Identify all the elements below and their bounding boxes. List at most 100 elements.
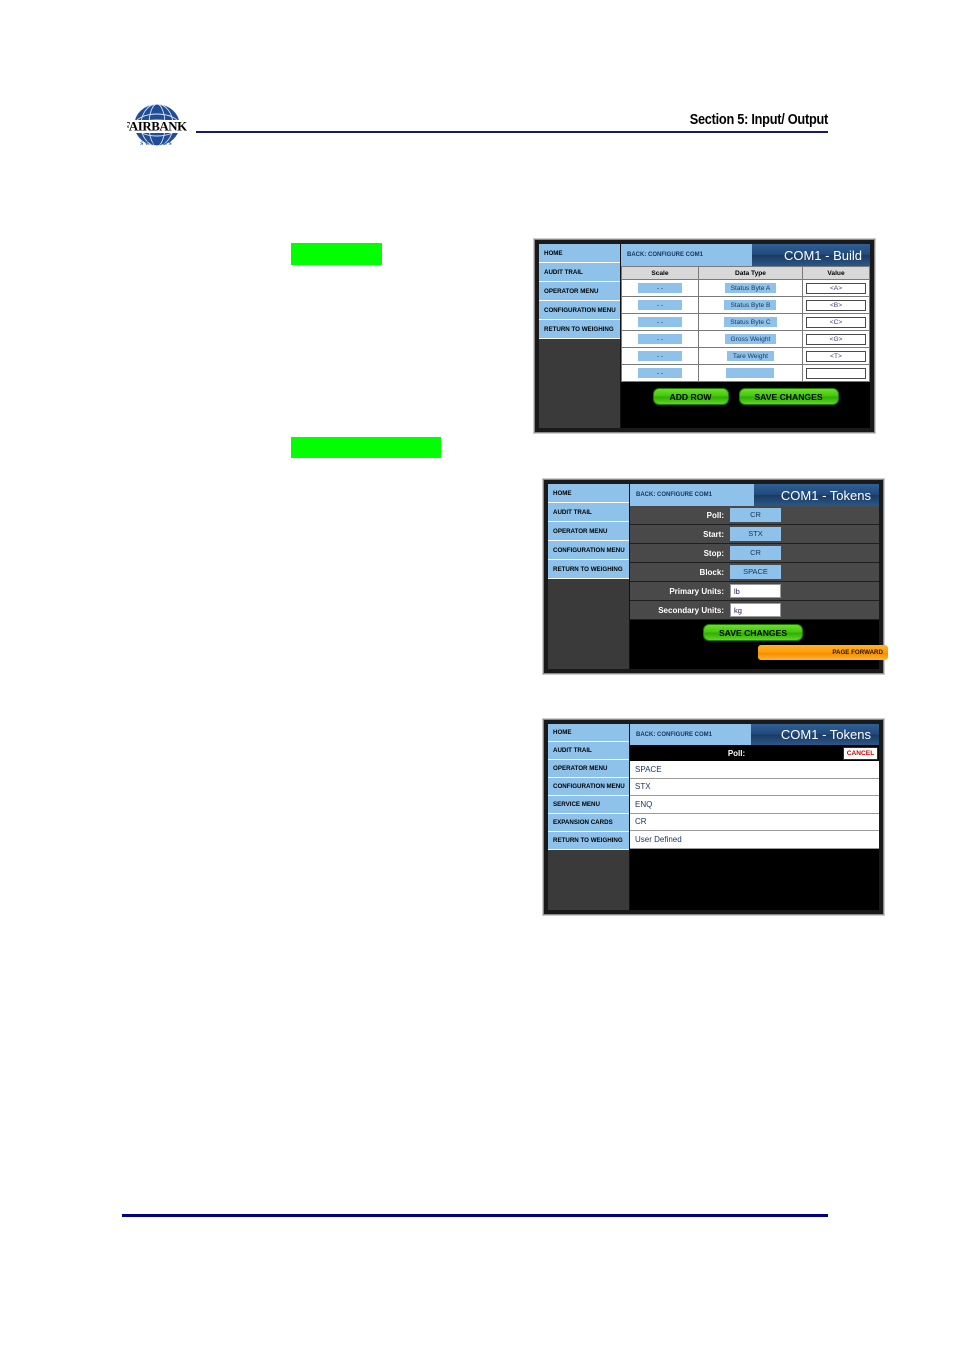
table-row: - - Tare Weight <T> — [621, 347, 870, 365]
data-type-select[interactable]: Tare Weight — [726, 351, 774, 361]
sidebar-item-audit-trail[interactable]: AUDIT TRAIL — [539, 263, 620, 282]
sidebar-item-operator-menu[interactable]: OPERATOR MENU — [548, 760, 629, 778]
sidebar-item-audit-trail[interactable]: AUDIT TRAIL — [548, 742, 629, 760]
page-forward-label: PAGE FORWARD — [832, 649, 883, 656]
cell-scale[interactable]: - - — [621, 296, 699, 314]
sidebar-item-return-to-weighing[interactable]: RETURN TO WEIGHING — [548, 560, 629, 579]
cell-scale[interactable]: - - — [621, 330, 699, 348]
data-type-select[interactable] — [726, 368, 775, 378]
cell-data-type[interactable]: Status Byte A — [697, 279, 804, 297]
sidebar-item-configuration-menu[interactable]: CONFIGURATION MENU — [539, 301, 620, 320]
build-button-row: ADD ROW SAVE CHANGES — [621, 382, 870, 428]
highlight-block-2 — [291, 437, 441, 458]
token-list-title: COM1 - Tokens — [751, 724, 879, 745]
sidebar-item-audit-trail[interactable]: AUDIT TRAIL — [548, 503, 629, 522]
data-type-select[interactable]: Status Byte C — [724, 317, 777, 327]
primary-units-input[interactable]: lb — [730, 584, 781, 598]
cell-scale[interactable]: - - — [621, 279, 699, 297]
title-text: COM1 - Tokens — [780, 727, 871, 742]
token-list-titlebar: BACK: CONFIGURE COM1 COM1 - Tokens — [630, 724, 879, 745]
block-value-button[interactable]: SPACE — [730, 565, 781, 579]
cancel-button[interactable]: CANCEL — [843, 746, 878, 760]
cell-scale[interactable]: - - — [621, 347, 699, 365]
poll-value-button[interactable]: CR — [730, 508, 781, 522]
cell-data-type[interactable]: Tare Weight — [697, 347, 804, 365]
screenshot-com1-tokens: HOME AUDIT TRAIL OPERATOR MENU CONFIGURA… — [543, 479, 888, 674]
scale-select[interactable]: - - — [637, 334, 682, 344]
sidebar-label: OPERATOR MENU — [553, 527, 608, 535]
poll-prompt-label: Poll: — [727, 748, 746, 758]
sidebar-item-configuration-menu[interactable]: CONFIGURATION MENU — [548, 541, 629, 560]
data-type-select[interactable]: Status Byte B — [724, 300, 777, 310]
secondary-units-input[interactable]: kg — [730, 603, 781, 617]
sidebar-item-service-menu[interactable]: SERVICE MENU — [548, 796, 629, 814]
list-filler — [630, 848, 879, 910]
cell-value[interactable]: <C> — [802, 313, 870, 331]
sidebar-item-home[interactable]: HOME — [539, 244, 620, 263]
sidebar-item-operator-menu[interactable]: OPERATOR MENU — [548, 522, 629, 541]
title-text: COM1 - Build — [783, 247, 862, 263]
sidebar-label: OPERATOR MENU — [544, 287, 599, 295]
back-label: BACK: CONFIGURE COM1 — [636, 492, 712, 498]
stop-label: Stop: — [703, 548, 724, 558]
save-changes-label: SAVE CHANGES — [718, 627, 788, 638]
list-item[interactable]: SPACE — [630, 761, 879, 779]
cell-scale[interactable]: - - — [621, 313, 699, 331]
cell-scale[interactable]: - - — [621, 364, 699, 382]
value-field[interactable] — [806, 367, 867, 379]
cell-data-type[interactable]: Status Byte C — [697, 313, 804, 331]
cell-data-type[interactable] — [697, 364, 804, 382]
list-item[interactable]: STX — [630, 778, 879, 796]
sidebar-item-operator-menu[interactable]: OPERATOR MENU — [539, 282, 620, 301]
start-label: Start: — [703, 529, 724, 539]
page-forward-button[interactable]: PAGE FORWARD — [758, 645, 888, 660]
cell-data-type[interactable]: Status Byte B — [697, 296, 804, 314]
scale-select[interactable]: - - — [637, 317, 682, 327]
list-item[interactable]: ENQ — [630, 796, 879, 814]
stop-value-button[interactable]: CR — [730, 546, 781, 560]
cell-value[interactable] — [802, 364, 870, 382]
start-value-button[interactable]: STX — [730, 527, 781, 541]
sidebar-item-expansion-cards[interactable]: EXPANSION CARDS — [548, 814, 629, 832]
sidebar-label: AUDIT TRAIL — [544, 268, 583, 276]
value-field[interactable]: <G> — [806, 333, 867, 345]
sidebar-item-return-to-weighing[interactable]: RETURN TO WEIGHING — [548, 832, 629, 850]
cell-value[interactable]: <A> — [802, 279, 870, 297]
scale-select[interactable]: - - — [637, 300, 682, 310]
data-type-select[interactable]: Gross Weight — [724, 334, 777, 344]
back-configure-com1-button[interactable]: BACK: CONFIGURE COM1 — [630, 724, 751, 745]
sidebar-item-home[interactable]: HOME — [548, 484, 629, 503]
cell-data-type[interactable]: Gross Weight — [697, 330, 804, 348]
scale-select[interactable]: - - — [637, 283, 682, 293]
sidebar-item-home[interactable]: HOME — [548, 724, 629, 742]
cell-value[interactable]: <B> — [802, 296, 870, 314]
sidebar-label: CONFIGURATION MENU — [553, 546, 625, 554]
sidebar-item-return-to-weighing[interactable]: RETURN TO WEIGHING — [539, 320, 620, 339]
value-field[interactable]: <A> — [806, 282, 867, 294]
value-field[interactable]: <C> — [806, 316, 867, 328]
save-changes-button[interactable]: SAVE CHANGES — [703, 624, 803, 641]
list-item[interactable]: User Defined — [630, 831, 879, 849]
table-row: - - Gross Weight <G> — [621, 330, 870, 348]
list-item[interactable]: CR — [630, 813, 879, 831]
data-type-select[interactable]: Status Byte A — [724, 283, 777, 293]
cell-value[interactable]: <T> — [802, 347, 870, 365]
add-row-button[interactable]: ADD ROW — [652, 388, 729, 405]
sidebar-item-configuration-menu[interactable]: CONFIGURATION MENU — [548, 778, 629, 796]
sidebar-label: HOME — [553, 489, 572, 497]
value-field[interactable]: <T> — [806, 350, 867, 362]
sidebar-label: RETURN TO WEIGHING — [553, 565, 623, 573]
sidebar-filler — [539, 339, 620, 428]
cell-value[interactable]: <G> — [802, 330, 870, 348]
tokens-sidebar: HOME AUDIT TRAIL OPERATOR MENU CONFIGURA… — [548, 484, 630, 669]
field-row-stop: Stop: CR — [630, 544, 879, 563]
back-configure-com1-button[interactable]: BACK: CONFIGURE COM1 — [621, 244, 752, 266]
scale-select[interactable]: - - — [637, 368, 682, 378]
scale-select[interactable]: - - — [637, 351, 682, 361]
save-changes-button[interactable]: SAVE CHANGES — [738, 388, 839, 405]
secondary-units-label: Secondary Units: — [658, 605, 724, 615]
back-configure-com1-button[interactable]: BACK: CONFIGURE COM1 — [630, 484, 754, 506]
value-field[interactable]: <B> — [806, 299, 867, 311]
tokens-content: BACK: CONFIGURE COM1 COM1 - Tokens Poll:… — [630, 484, 888, 669]
sidebar-label: CONFIGURATION MENU — [553, 783, 625, 790]
